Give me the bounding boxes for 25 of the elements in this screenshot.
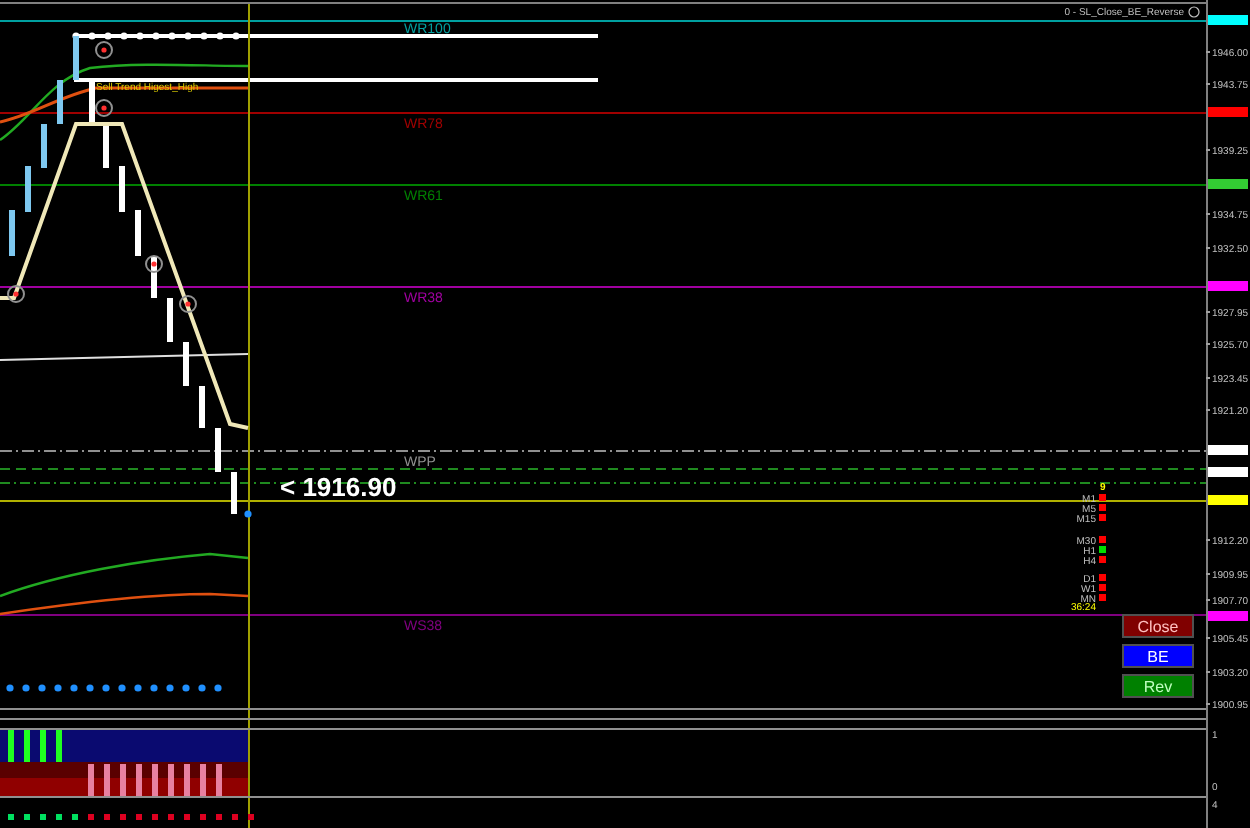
breakeven-button[interactable]: BE	[1122, 644, 1194, 668]
candle	[41, 124, 47, 168]
candle	[25, 166, 31, 212]
candle	[183, 342, 189, 386]
price-label: < 1916.90	[280, 472, 397, 502]
candle	[135, 210, 141, 256]
candle	[57, 80, 63, 124]
signal-marker	[7, 285, 25, 303]
candle	[199, 386, 205, 428]
dot-marker	[244, 510, 252, 518]
candle	[119, 166, 125, 212]
candle	[103, 124, 109, 168]
candle	[215, 428, 221, 472]
signal-marker	[95, 99, 113, 117]
signal-marker	[179, 295, 197, 313]
candle	[231, 472, 237, 514]
signal-marker	[95, 41, 113, 59]
candle	[167, 298, 173, 342]
candle	[151, 256, 157, 298]
candle	[89, 80, 95, 124]
close-button[interactable]: Close	[1122, 614, 1194, 638]
signal-marker	[145, 255, 163, 273]
candle	[9, 210, 15, 256]
candle	[73, 36, 79, 80]
reverse-button[interactable]: Rev	[1122, 674, 1194, 698]
